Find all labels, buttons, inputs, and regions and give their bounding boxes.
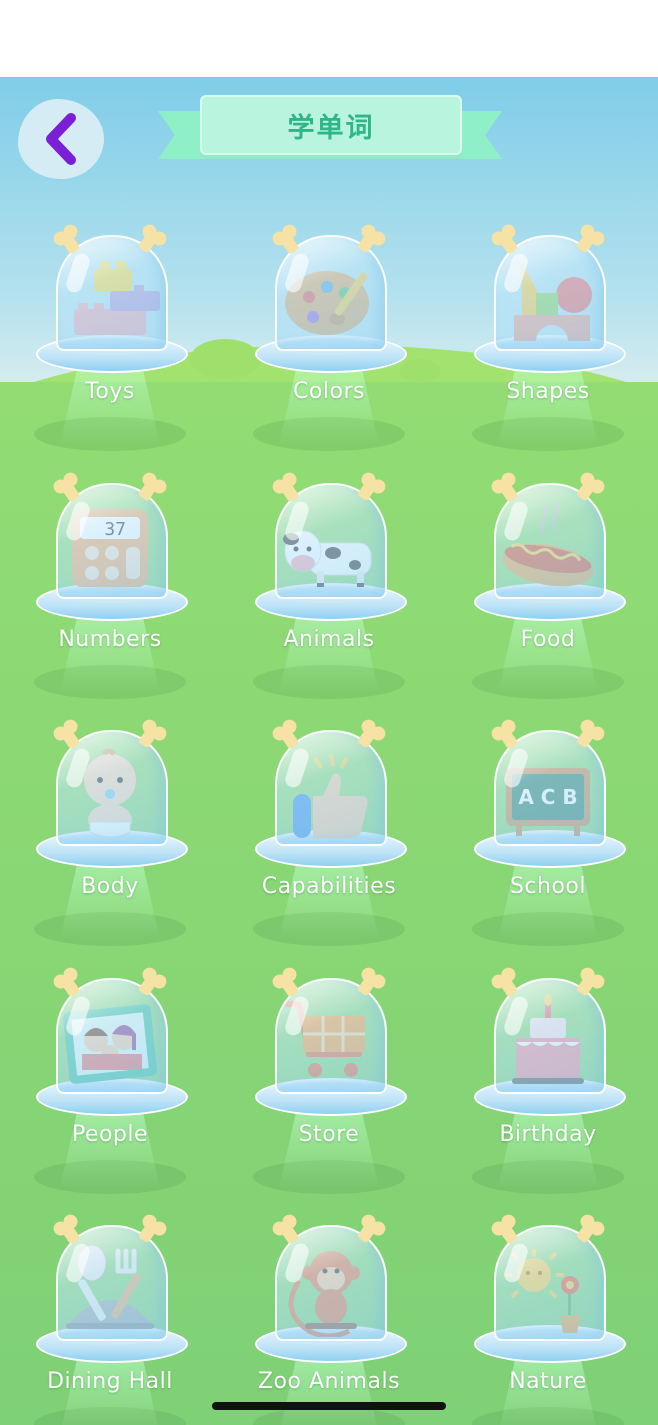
category-tile-numbers[interactable]: 37 Numbers (10, 469, 210, 715)
category-label: Body (81, 874, 139, 899)
category-label: Capabilities (261, 874, 397, 899)
category-tile-animals[interactable]: Animals (229, 469, 429, 715)
category-label: Shapes (506, 379, 590, 404)
light-beam (279, 860, 379, 940)
category-label: School (509, 874, 587, 899)
light-beam (60, 613, 160, 693)
category-tile-people[interactable]: People (10, 964, 210, 1210)
category-label: Store (298, 1122, 360, 1147)
category-label: Numbers (58, 627, 162, 652)
light-beam (60, 1108, 160, 1188)
category-tile-capabilities[interactable]: Capabilities (229, 716, 429, 962)
category-label: Zoo Animals (257, 1369, 401, 1394)
category-label: Nature (509, 1369, 587, 1394)
category-tile-colors[interactable]: Colors (229, 221, 429, 467)
light-beam (279, 365, 379, 445)
category-tile-nature[interactable]: Nature (448, 1211, 648, 1425)
light-beam (279, 1108, 379, 1188)
category-tile-food[interactable]: Food (448, 469, 648, 715)
category-tile-shapes[interactable]: Shapes (448, 221, 648, 467)
category-tile-toys[interactable]: Toys (10, 221, 210, 467)
category-tile-store[interactable]: Store (229, 964, 429, 1210)
category-label: Birthday (499, 1122, 597, 1147)
category-tile-dining-hall[interactable]: Dining Hall (10, 1211, 210, 1425)
light-beam (498, 860, 598, 940)
category-label: Dining Hall (47, 1369, 173, 1394)
light-beam (498, 1108, 598, 1188)
category-label: Toys (85, 379, 135, 404)
back-button[interactable] (18, 99, 104, 179)
light-beam (498, 365, 598, 445)
category-label: Animals (283, 627, 375, 652)
light-beam (279, 613, 379, 693)
category-tile-birthday[interactable]: Birthday (448, 964, 648, 1210)
category-tile-zoo-animals[interactable]: Zoo Animals (229, 1211, 429, 1425)
light-beam (60, 860, 160, 940)
category-label: Food (520, 627, 576, 652)
title-banner: 学单词 (200, 95, 462, 155)
light-beam (60, 365, 160, 445)
page-title: 学单词 (287, 112, 375, 144)
home-indicator (212, 1402, 446, 1410)
category-label: People (71, 1122, 149, 1147)
category-tile-school[interactable]: A C B School (448, 716, 648, 962)
category-label: Colors (293, 379, 365, 404)
light-beam (498, 613, 598, 693)
app-scene: 学单词 Toys Colors Shapes Numbers Animals F… (0, 77, 658, 1425)
chevron-left-icon (46, 113, 76, 165)
category-tile-body[interactable]: Body (10, 716, 210, 962)
